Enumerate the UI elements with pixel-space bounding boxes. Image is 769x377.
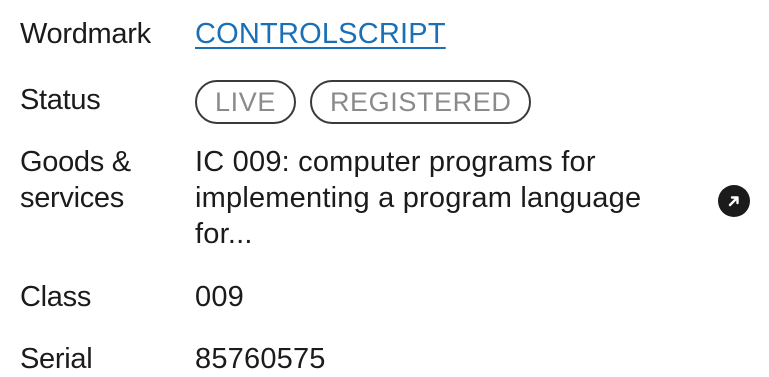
status-label: Status xyxy=(20,84,101,116)
arrow-up-right-icon xyxy=(728,196,739,207)
serial-value: 85760575 xyxy=(195,343,326,375)
wordmark-link[interactable]: CONTROLSCRIPT xyxy=(195,16,446,52)
serial-label: Serial xyxy=(20,343,93,375)
wordmark-label: Wordmark xyxy=(20,18,151,50)
goods-services-row: Goods & services IC 009: computer progra… xyxy=(20,144,665,252)
goods-services-label-line2: services xyxy=(20,182,124,214)
class-value: 009 xyxy=(195,281,244,313)
status-row: Status LIVE REGISTERED xyxy=(20,80,532,124)
serial-row: Serial 85760575 xyxy=(20,341,326,377)
open-goods-services-button[interactable] xyxy=(718,185,750,217)
goods-services-label-line1: Goods & xyxy=(20,146,131,178)
goods-services-text: IC 009: computer programs for implementi… xyxy=(195,146,642,250)
status-badge-registered: REGISTERED xyxy=(309,80,532,124)
status-badge-live: LIVE xyxy=(195,80,296,124)
wordmark-row: Wordmark CONTROLSCRIPT xyxy=(20,16,446,52)
status-badges: LIVE REGISTERED xyxy=(195,80,532,124)
class-label: Class xyxy=(20,281,92,313)
goods-services-label: Goods & services xyxy=(20,144,195,216)
class-row: Class 009 xyxy=(20,279,244,315)
